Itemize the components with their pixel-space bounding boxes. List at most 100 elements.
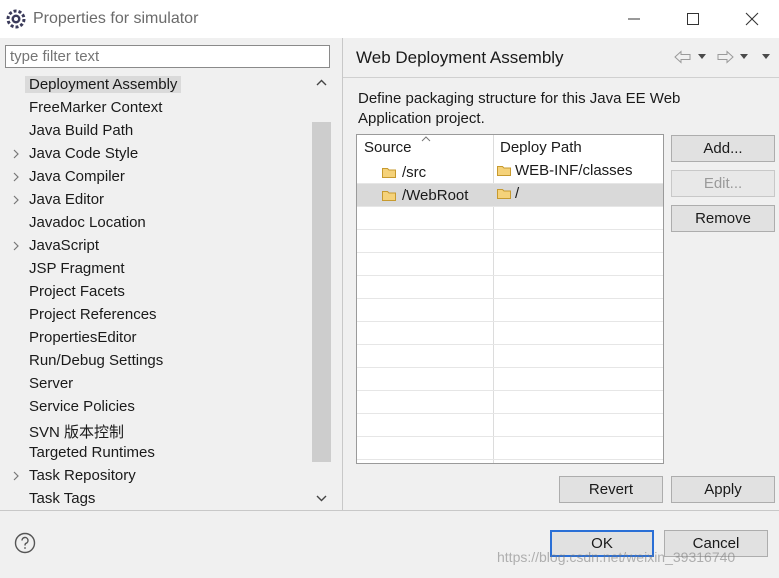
window-title: Properties for simulator (33, 10, 199, 27)
source-cell: /WebRoot (382, 187, 468, 204)
tree-item-task-repository[interactable]: Task Repository (0, 465, 312, 488)
scroll-up-icon[interactable] (316, 79, 327, 87)
tree-item-svn[interactable]: SVN 版本控制 (0, 419, 312, 442)
tree-item-label: Targeted Runtimes (29, 444, 155, 461)
tree-item-task-tags[interactable]: Task Tags (0, 488, 312, 510)
eclipse-gear-icon (6, 9, 26, 29)
column-header-label: Deploy Path (500, 139, 582, 156)
tree-item-label: Project Facets (29, 283, 125, 300)
column-header-deploy-path[interactable]: Deploy Path (500, 135, 582, 160)
tree-item-properties-editor[interactable]: PropertiesEditor (0, 327, 312, 350)
back-menu-chevron-icon[interactable] (697, 53, 707, 61)
tree-item-java-editor[interactable]: Java Editor (0, 189, 312, 212)
tree-item-project-references[interactable]: Project References (0, 304, 312, 327)
source-path: /src (402, 164, 427, 181)
deploy-path: / (515, 185, 520, 202)
tree-item-run-debug-settings[interactable]: Run/Debug Settings (0, 350, 312, 373)
tree-item-label: Java Build Path (29, 122, 134, 139)
tree-item-label: Project References (29, 306, 157, 323)
deployment-table[interactable]: Source Deploy Path /src WEB-INF/classes … (356, 134, 664, 464)
table-row-empty (357, 391, 663, 414)
table-row-empty (357, 230, 663, 253)
page-title: Web Deployment Assembly (356, 48, 564, 67)
tree-item-label: PropertiesEditor (29, 329, 137, 346)
tree-scrollbar[interactable] (312, 74, 331, 510)
scroll-down-icon[interactable] (316, 494, 327, 502)
tree-item-jsp-fragment[interactable]: JSP Fragment (0, 258, 312, 281)
tree-item-label: Deployment Assembly (25, 76, 182, 93)
folder-icon (497, 189, 511, 199)
page-description: Define packaging structure for this Java… (358, 90, 681, 127)
chevron-right-icon[interactable] (12, 148, 20, 160)
title-bar: Properties for simulator (0, 0, 779, 38)
tree-item-label: Task Repository (29, 467, 136, 484)
chevron-right-icon[interactable] (12, 194, 20, 206)
tree-item-javadoc-location[interactable]: Javadoc Location (0, 212, 312, 235)
tree-item-label: Javadoc Location (29, 214, 146, 231)
footer-separator (0, 510, 779, 511)
chevron-right-icon[interactable] (12, 240, 20, 252)
tree-item-label: SVN 版本控制 (29, 424, 125, 441)
tree-item-label: Task Tags (29, 490, 96, 507)
column-header-source[interactable]: Source (364, 135, 412, 160)
edit-button[interactable]: Edit... (671, 170, 775, 197)
add-button[interactable]: Add... (671, 135, 775, 162)
table-row-empty (357, 276, 663, 299)
folder-icon (382, 168, 396, 178)
table-row[interactable]: /src WEB-INF/classes (357, 161, 663, 184)
deploy-path: WEB-INF/classes (515, 162, 633, 179)
help-icon[interactable] (14, 532, 36, 554)
watermark: https://blog.csdn.net/weixin_39316740 (497, 549, 736, 565)
table-row-empty (357, 368, 663, 391)
property-tree: Deployment Assembly FreeMarker Context J… (0, 74, 312, 510)
tree-item-service-policies[interactable]: Service Policies (0, 396, 312, 419)
tree-item-deployment-assembly[interactable]: Deployment Assembly (0, 74, 312, 97)
close-icon[interactable] (741, 8, 763, 30)
tree-item-label: Java Compiler (29, 168, 125, 185)
filter-input[interactable] (5, 45, 330, 68)
tree-item-label: JSP Fragment (29, 260, 125, 277)
apply-button[interactable]: Apply (671, 476, 775, 503)
source-path: /WebRoot (402, 187, 469, 204)
tree-item-label: Service Policies (29, 398, 135, 415)
panel-divider[interactable] (342, 38, 343, 510)
tree-item-label: Run/Debug Settings (29, 352, 164, 369)
back-arrow-icon[interactable] (674, 50, 692, 64)
table-row-empty (357, 299, 663, 322)
forward-arrow-icon[interactable] (716, 50, 734, 64)
chevron-right-icon[interactable] (12, 171, 20, 183)
tree-item-java-compiler[interactable]: Java Compiler (0, 166, 312, 189)
title-separator (343, 77, 779, 78)
revert-button[interactable]: Revert (559, 476, 663, 503)
tree-item-java-code-style[interactable]: Java Code Style (0, 143, 312, 166)
folder-icon (382, 191, 396, 201)
scrollbar-thumb[interactable] (312, 122, 331, 462)
tree-item-freemarker-context[interactable]: FreeMarker Context (0, 97, 312, 120)
table-row-empty (357, 253, 663, 276)
table-row-empty (357, 345, 663, 368)
table-row[interactable]: /WebRoot / (357, 184, 663, 207)
tree-item-label: Java Code Style (29, 145, 139, 162)
tree-item-java-build-path[interactable]: Java Build Path (0, 120, 312, 143)
tree-item-label: FreeMarker Context (29, 99, 163, 116)
deploy-path-cell: WEB-INF/classes (497, 162, 633, 179)
minimize-icon[interactable] (623, 8, 645, 30)
table-row-empty (357, 207, 663, 230)
tree-item-targeted-runtimes[interactable]: Targeted Runtimes (0, 442, 312, 465)
remove-button[interactable]: Remove (671, 205, 775, 232)
chevron-right-icon[interactable] (12, 470, 20, 482)
tree-item-server[interactable]: Server (0, 373, 312, 396)
maximize-icon[interactable] (682, 8, 704, 30)
table-row-empty (357, 322, 663, 345)
view-menu-chevron-icon[interactable] (761, 53, 771, 61)
forward-menu-chevron-icon[interactable] (739, 53, 749, 61)
tree-item-label: JavaScript (29, 237, 100, 254)
table-row-empty (357, 437, 663, 460)
column-header-label: Source (364, 139, 412, 156)
deploy-path-cell: / (497, 185, 519, 202)
tree-item-javascript[interactable]: JavaScript (0, 235, 312, 258)
folder-icon (497, 166, 511, 176)
sort-ascending-icon (421, 136, 431, 142)
source-cell: /src (382, 164, 426, 181)
tree-item-project-facets[interactable]: Project Facets (0, 281, 312, 304)
